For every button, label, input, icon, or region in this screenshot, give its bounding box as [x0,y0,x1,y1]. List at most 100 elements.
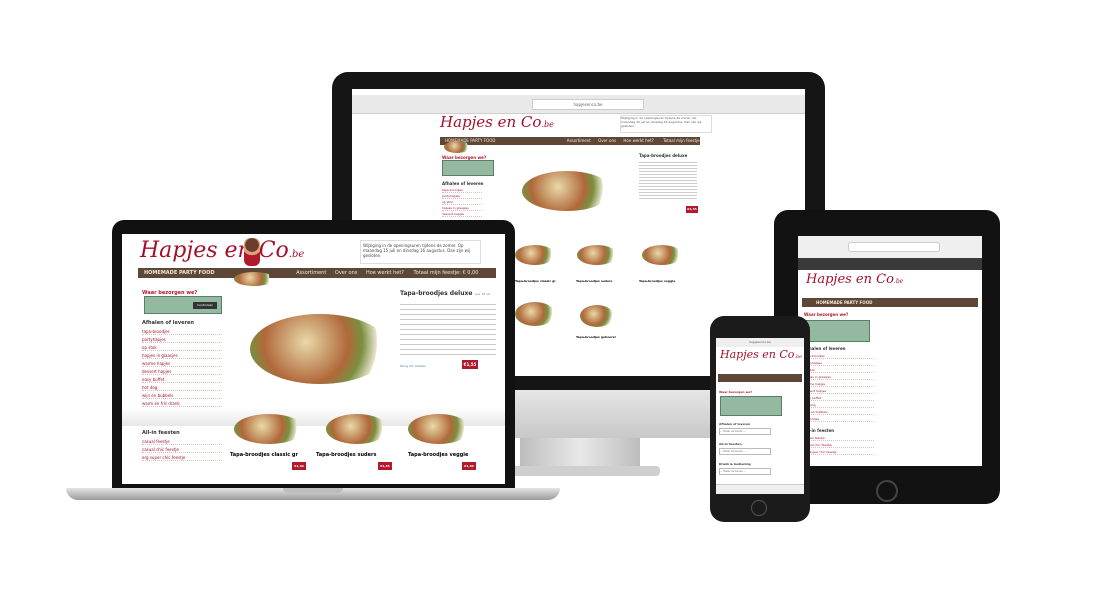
sidebar-section-title: Afhalen of leveren [442,181,484,186]
sidebar-item[interactable]: promoties [804,417,874,422]
nav-item-over-ons[interactable]: Over ons [598,138,616,143]
sidebar-item[interactable]: dessert hapjes [442,212,482,217]
site-logo[interactable]: Hapjes en Co.be [806,272,903,287]
product-description [400,300,496,356]
tablet-browser-bar [798,236,982,259]
sidebar-item[interactable]: op stok [142,345,222,351]
sidebar-item[interactable]: casual feestje [804,436,874,441]
sidebar-item[interactable]: tapa-broodjes [142,329,222,335]
logo-illustration [444,141,470,153]
sidebar-item[interactable]: casual chic feestje [804,443,874,448]
card-price: €1,30 [292,462,306,470]
product-title: Tapa-broodjes deluxe [639,153,688,158]
sidebar-item[interactable]: hot dog [804,403,874,408]
nav-item-hoe-werkt[interactable]: Hoe werkt het? [623,138,653,143]
card-image [515,302,555,326]
sidebar-item[interactable]: wijn en bubbels [142,393,222,399]
card-image [580,305,614,327]
imac-stand [520,438,640,468]
nav-cart[interactable]: Totaal mijn feestje: € 0,00 [663,138,700,143]
sidebar-item[interactable]: casual feestje [142,439,222,445]
card-title[interactable]: Tapa-broodjes suders [576,279,612,283]
sidebar-item[interactable]: dessert hapjes [804,389,874,394]
card-title[interactable]: Tapa-broodjes classic gr [230,452,298,458]
nav-item-over-ons[interactable]: Over ons [335,270,357,276]
nav-item-hoe-werkt[interactable]: Hoe werkt het? [366,270,404,276]
product-image [522,171,612,211]
phone-select[interactable]: — Maak uw keuze — [719,468,771,475]
phone-section-title: Afhalen of leveren [719,422,751,426]
card-title[interactable]: Tapa-broodjes suders [316,452,376,458]
sidebar-item[interactable]: partyhapjes [442,194,482,199]
product-price: €1,55 [686,206,698,213]
card-image [326,414,388,444]
check-button[interactable]: Controleer [193,302,217,309]
nav-bar [718,374,802,382]
product-price: €1,55 [462,360,478,369]
sidebar-item[interactable]: casual chic feestje [142,447,222,453]
mascot-illustration [244,238,260,266]
sidebar-item[interactable]: warme hapjes [142,361,222,367]
nav-bar: HOMEMADE PARTY FOOD Assortiment Over ons… [138,268,496,278]
sidebar-section-title: Afhalen of leveren [142,320,194,326]
sidebar-item[interactable]: dessert hapjes [142,369,222,375]
card-price: €1,65 [378,462,392,470]
phone-select[interactable]: — Maak uw keuze — [719,428,771,435]
card-image [408,414,470,444]
delivery-check-box[interactable] [442,160,494,176]
sidebar-item[interactable]: warm en fris drank [142,401,222,407]
sidebar-item[interactable]: hapjes in glaasjes [804,375,874,380]
card-title[interactable]: Tapa-broodjes classic gr [515,279,556,283]
card-image [642,245,682,265]
card-title[interactable]: Tapa-broodjes gehoorsl [576,335,616,339]
card-image [234,414,304,444]
where-title: Waar bezorgen we? [804,312,849,317]
sidebar-item[interactable]: partyhapjes [804,361,874,366]
delivery-check-box[interactable] [804,320,870,342]
laptop-screen: Hapjes en Co.be Wijziging in de openings… [122,234,505,484]
nav-item-assortiment[interactable]: Assortiment [296,270,326,276]
sidebar-item[interactable]: erg super chic feestje [804,450,874,455]
sidebar-section-title: Afhalen of leveren [804,346,846,351]
delivery-check-box[interactable] [720,396,782,416]
product-image [250,314,390,384]
product-link[interactable]: Terug tot: Details [400,364,426,368]
site-logo[interactable]: Hapjes en Co.be [140,238,304,263]
site-logo[interactable]: Hapjes en Co.be [720,348,802,361]
sidebar-item[interactable]: partyhapjes [142,337,222,343]
sidebar-item[interactable]: tapa-broodjes [804,354,874,359]
sidebar-section-title: All-in feesten [142,430,180,436]
logo-illustration [234,272,274,286]
imac-foot [500,466,660,476]
nav-bar: HOMEMADE PARTY FOOD Assortiment Over ons… [440,137,700,145]
delivery-check-box[interactable]: Controleer [144,296,222,314]
notice-box: Wijziging in de openingsuren tijdens de … [620,115,712,133]
nav-item-assortiment[interactable]: Assortiment [567,138,591,143]
phone-select[interactable]: — Maak uw keuze — [719,448,771,455]
sidebar-item[interactable]: warme hapjes [804,382,874,387]
sidebar-item[interactable]: op stok [442,200,482,205]
tagline: HOMEMADE PARTY FOOD [816,300,873,305]
card-title[interactable]: Tapa-broodjes veggie [408,452,468,458]
product-description [639,160,697,200]
sidebar-item[interactable]: hot dog [142,385,222,391]
sidebar-item[interactable]: easy buffet [142,377,222,383]
sidebar-item[interactable]: wijn en bubbels [804,410,874,415]
tablet-url-bar[interactable] [848,242,940,252]
sidebar-item[interactable]: tapa-broodjes [442,188,482,193]
laptop-notch [283,488,343,493]
notice-box: Wijziging in de openingsuren tijdens de … [360,240,481,264]
sidebar-item[interactable]: erg super chic feestje [142,455,222,461]
card-price: €1,60 [462,462,476,470]
sidebar-item[interactable]: op stok [804,368,874,373]
phone-url-bar[interactable]: hapjesenco.be [716,338,804,347]
product-title: Tapa-broodjes deluxe (per 48 st) [400,290,491,297]
card-title[interactable]: Tapa-broodjes veggie [639,279,675,283]
nav-cart[interactable]: Totaal mijn feestje: € 0,00 [414,270,479,276]
phone-toolbar [716,484,804,494]
browser-url-bar[interactable]: hapjesenco.be [532,99,644,110]
sidebar-item[interactable]: easy buffet [804,396,874,401]
sidebar-item[interactable]: hapjes in glaasjes [142,353,222,359]
sidebar-item[interactable]: hapjes in glaasjes [442,206,482,211]
site-logo[interactable]: Hapjes en Co.be [440,113,554,131]
